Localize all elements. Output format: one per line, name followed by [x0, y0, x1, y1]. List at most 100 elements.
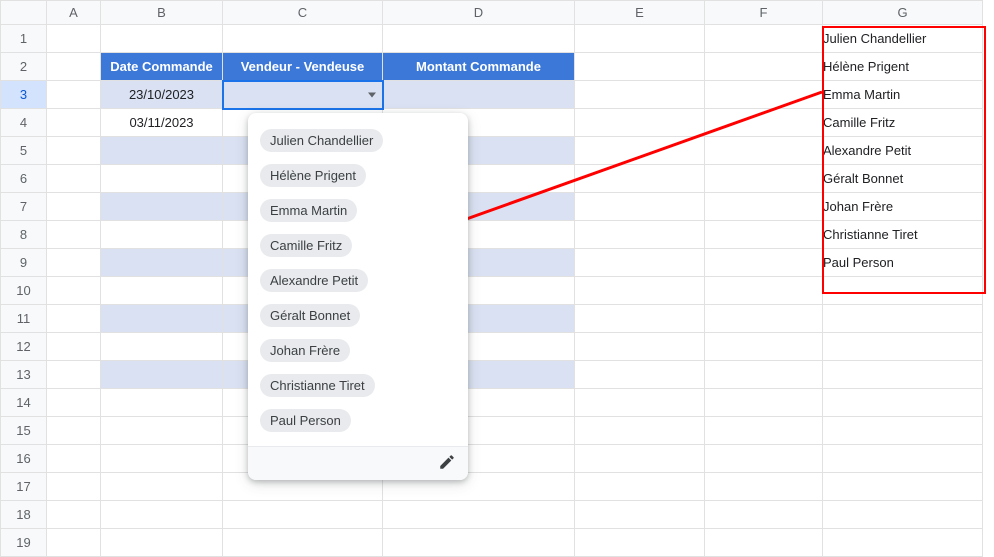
col-header-D[interactable]: D	[383, 1, 575, 25]
cell-B13[interactable]	[101, 361, 223, 389]
cell-C2[interactable]: Vendeur - Vendeuse	[223, 53, 383, 81]
cell-B2[interactable]: Date Commande	[101, 53, 223, 81]
dropdown-option[interactable]: Christianne Tiret	[260, 374, 375, 397]
cell-G6[interactable]: Géralt Bonnet	[823, 165, 983, 193]
cell-E3[interactable]	[575, 81, 705, 109]
cell-E19[interactable]	[575, 529, 705, 557]
cell-A1[interactable]	[47, 25, 101, 53]
cell-G13[interactable]	[823, 361, 983, 389]
cell-E15[interactable]	[575, 417, 705, 445]
cell-E1[interactable]	[575, 25, 705, 53]
row-header-5[interactable]: 5	[1, 137, 47, 165]
cell-G14[interactable]	[823, 389, 983, 417]
dropdown-option[interactable]: Julien Chandellier	[260, 129, 383, 152]
cell-B11[interactable]	[101, 305, 223, 333]
cell-F6[interactable]	[705, 165, 823, 193]
row-header-4[interactable]: 4	[1, 109, 47, 137]
cell-E6[interactable]	[575, 165, 705, 193]
cell-B17[interactable]	[101, 473, 223, 501]
cell-E2[interactable]	[575, 53, 705, 81]
cell-F8[interactable]	[705, 221, 823, 249]
cell-B16[interactable]	[101, 445, 223, 473]
cell-B5[interactable]	[101, 137, 223, 165]
cell-E10[interactable]	[575, 277, 705, 305]
row-header-7[interactable]: 7	[1, 193, 47, 221]
cell-A14[interactable]	[47, 389, 101, 417]
cell-G9[interactable]: Paul Person	[823, 249, 983, 277]
cell-B19[interactable]	[101, 529, 223, 557]
cell-G15[interactable]	[823, 417, 983, 445]
cell-F12[interactable]	[705, 333, 823, 361]
row-header-12[interactable]: 12	[1, 333, 47, 361]
cell-G7[interactable]: Johan Frère	[823, 193, 983, 221]
row-header-2[interactable]: 2	[1, 53, 47, 81]
cell-F17[interactable]	[705, 473, 823, 501]
cell-A10[interactable]	[47, 277, 101, 305]
cell-A17[interactable]	[47, 473, 101, 501]
dropdown-option[interactable]: Alexandre Petit	[260, 269, 368, 292]
cell-D1[interactable]	[383, 25, 575, 53]
dropdown-option[interactable]: Emma Martin	[260, 199, 357, 222]
cell-F13[interactable]	[705, 361, 823, 389]
cell-G2[interactable]: Hélène Prigent	[823, 53, 983, 81]
row-header-19[interactable]: 19	[1, 529, 47, 557]
cell-A3[interactable]	[47, 81, 101, 109]
pencil-icon[interactable]	[438, 453, 456, 471]
cell-E14[interactable]	[575, 389, 705, 417]
cell-F15[interactable]	[705, 417, 823, 445]
cell-A4[interactable]	[47, 109, 101, 137]
cell-F7[interactable]	[705, 193, 823, 221]
cell-A15[interactable]	[47, 417, 101, 445]
select-all-corner[interactable]	[1, 1, 47, 25]
cell-B14[interactable]	[101, 389, 223, 417]
row-header-1[interactable]: 1	[1, 25, 47, 53]
cell-B12[interactable]	[101, 333, 223, 361]
cell-B4[interactable]: 03/11/2023	[101, 109, 223, 137]
cell-E12[interactable]	[575, 333, 705, 361]
cell-B9[interactable]	[101, 249, 223, 277]
cell-B3[interactable]: 23/10/2023	[101, 81, 223, 109]
cell-F4[interactable]	[705, 109, 823, 137]
dropdown-option[interactable]: Géralt Bonnet	[260, 304, 360, 327]
row-header-14[interactable]: 14	[1, 389, 47, 417]
col-header-B[interactable]: B	[101, 1, 223, 25]
cell-G10[interactable]	[823, 277, 983, 305]
row-header-16[interactable]: 16	[1, 445, 47, 473]
cell-G8[interactable]: Christianne Tiret	[823, 221, 983, 249]
cell-A16[interactable]	[47, 445, 101, 473]
cell-E5[interactable]	[575, 137, 705, 165]
cell-A6[interactable]	[47, 165, 101, 193]
cell-D3[interactable]	[383, 81, 575, 109]
cell-F1[interactable]	[705, 25, 823, 53]
col-header-A[interactable]: A	[47, 1, 101, 25]
dropdown-option[interactable]: Hélène Prigent	[260, 164, 366, 187]
cell-E7[interactable]	[575, 193, 705, 221]
cell-B15[interactable]	[101, 417, 223, 445]
cell-G19[interactable]	[823, 529, 983, 557]
cell-A13[interactable]	[47, 361, 101, 389]
cell-B7[interactable]	[101, 193, 223, 221]
cell-D2[interactable]: Montant Commande	[383, 53, 575, 81]
cell-E13[interactable]	[575, 361, 705, 389]
cell-G3[interactable]: Emma Martin	[823, 81, 983, 109]
cell-B6[interactable]	[101, 165, 223, 193]
cell-B18[interactable]	[101, 501, 223, 529]
cell-A2[interactable]	[47, 53, 101, 81]
cell-G1[interactable]: Julien Chandellier	[823, 25, 983, 53]
cell-G12[interactable]	[823, 333, 983, 361]
row-header-6[interactable]: 6	[1, 165, 47, 193]
cell-A7[interactable]	[47, 193, 101, 221]
cell-A12[interactable]	[47, 333, 101, 361]
spreadsheet-grid[interactable]: A B C D E F G 1Julien Chandellier2Date C…	[0, 0, 983, 557]
cell-D19[interactable]	[383, 529, 575, 557]
cell-G16[interactable]	[823, 445, 983, 473]
row-header-17[interactable]: 17	[1, 473, 47, 501]
cell-F3[interactable]	[705, 81, 823, 109]
row-header-9[interactable]: 9	[1, 249, 47, 277]
cell-E11[interactable]	[575, 305, 705, 333]
cell-E18[interactable]	[575, 501, 705, 529]
cell-E16[interactable]	[575, 445, 705, 473]
col-header-F[interactable]: F	[705, 1, 823, 25]
cell-D18[interactable]	[383, 501, 575, 529]
dropdown-option[interactable]: Camille Fritz	[260, 234, 352, 257]
